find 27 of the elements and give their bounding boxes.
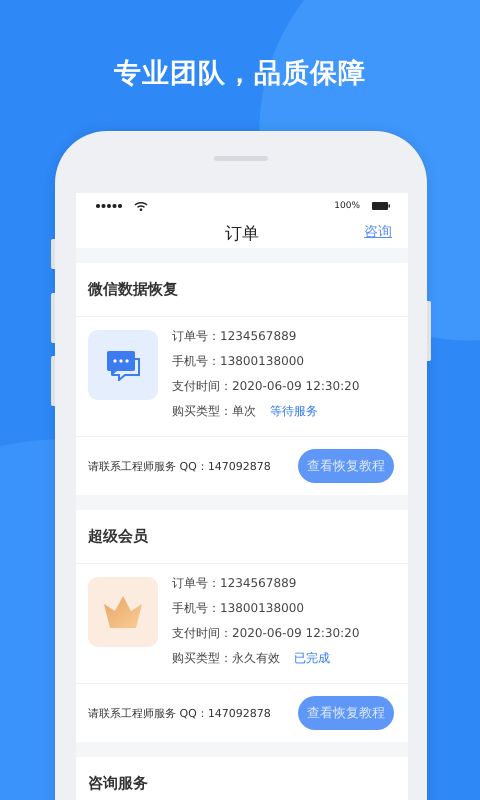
headline: 专业团队，品质保障 <box>113 57 367 91</box>
contact-text: 请联系工程师服务 QQ：147092878 <box>88 706 271 720</box>
order-detail: 手机号：13800138000 <box>172 354 304 368</box>
page-title: 订单 <box>225 222 259 244</box>
order-detail: 订单号：1234567889 <box>172 329 296 343</box>
phone-speaker <box>214 156 268 161</box>
order-detail: 手机号：13800138000 <box>172 601 304 615</box>
order-title: 咨询服务 <box>76 757 408 800</box>
signal-icon <box>96 204 122 208</box>
consult-link[interactable]: 咨询 <box>364 223 392 241</box>
order-detail: 支付时间：2020-06-09 12:30:20 <box>172 626 360 640</box>
battery-icon <box>372 202 390 210</box>
wifi-icon <box>134 200 148 210</box>
tutorial-button[interactable]: 查看恢复教程 <box>298 449 394 483</box>
purchase-type: 购买类型：单次 <box>172 405 256 420</box>
chat-icon <box>105 349 141 381</box>
contact-text: 请联系工程师服务 QQ：147092878 <box>88 458 271 474</box>
order-status: 已完成 <box>294 652 330 667</box>
order-detail: 订单号：1234567889 <box>172 576 296 590</box>
order-status: 等待服务 <box>270 405 318 420</box>
crown-icon <box>103 595 143 629</box>
order-title: 超级会员 <box>76 510 408 564</box>
order-detail: 支付时间：2020-06-09 12:30:20 <box>172 379 360 393</box>
order-title: 微信数据恢复 <box>76 263 408 317</box>
battery-percent: 100% <box>334 200 360 210</box>
purchase-type: 购买类型：永久有效 <box>172 652 280 667</box>
tutorial-button[interactable]: 查看恢复教程 <box>298 696 394 730</box>
